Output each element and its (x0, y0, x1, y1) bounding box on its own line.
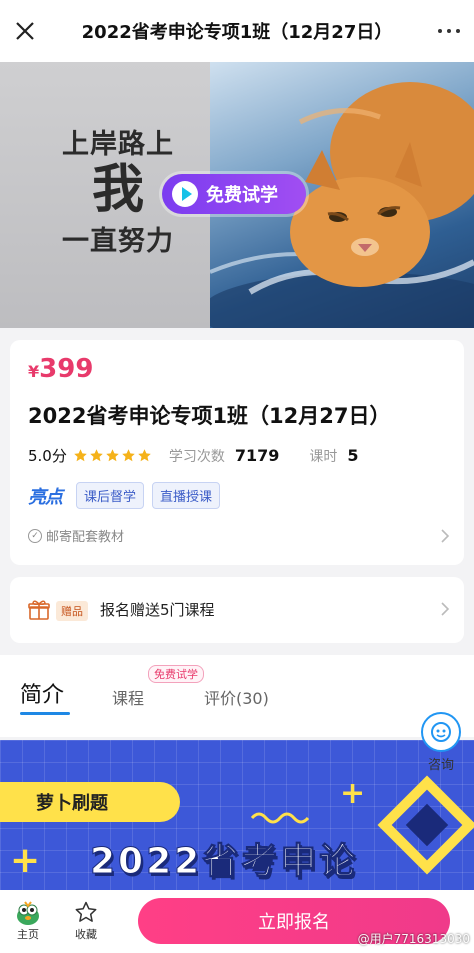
gift-icon (28, 600, 50, 620)
gift-card[interactable]: 赠品 报名赠送5门课程 (10, 577, 464, 643)
star-icon (122, 449, 135, 462)
lessons-label: 课时 (309, 448, 338, 465)
course-title: 2022省考申论专项1班（12月27日） (28, 404, 391, 428)
tag-live-class: 直播授课 (152, 482, 221, 509)
tab-review-label: 评价(30) (204, 689, 269, 708)
slogan-line-1: 上岸路上 (62, 129, 174, 160)
detail-tabs: 简介 课程 免费试学 评价(30) (0, 655, 474, 737)
banner-slogan: 上岸路上 我 一直努力 (58, 122, 178, 258)
tab-intro-label: 简介 (20, 683, 65, 708)
promo-title: 2022省考申论 (89, 841, 359, 883)
mail-materials-row[interactable]: ✓ 邮寄配套教材 (28, 526, 124, 545)
free-trial-badge: 免费试学 (148, 665, 204, 683)
rating-stars (73, 448, 153, 463)
weibo-watermark: @用户7716313030 (357, 932, 470, 946)
currency-symbol: ¥ (28, 362, 40, 381)
price-value: 399 (39, 354, 94, 384)
rating-score: 5.0分 (28, 447, 67, 465)
star-outline-icon (66, 898, 106, 926)
chevron-right-icon[interactable] (440, 528, 450, 544)
chevron-right-icon[interactable] (440, 601, 450, 617)
tab-review[interactable]: 评价(30) (204, 685, 269, 709)
promo-pill: 萝卜刷题 (0, 782, 180, 822)
gift-badge: 赠品 (56, 601, 88, 621)
page-title: 2022省考申论专项1班（12月27日） (81, 22, 393, 43)
star-icon (90, 449, 103, 462)
course-banner: 上岸路上 我 一直努力 免费试学 (0, 62, 474, 328)
consult-button[interactable]: 咨询 (416, 712, 466, 773)
intro-promo-image: 萝卜刷题 + + 2022省考申论 (0, 740, 474, 890)
slogan-line-2: 我 (91, 160, 144, 220)
tag-supervision: 课后督学 (76, 482, 145, 509)
course-price: ¥399 (28, 354, 93, 384)
nav-favorite-label: 收藏 (75, 928, 97, 941)
wave-decoration (250, 812, 310, 824)
customer-service-icon (421, 712, 461, 752)
free-trial-button[interactable]: 免费试学 (162, 174, 306, 214)
study-count-label: 学习次数 (168, 448, 225, 465)
check-circle-icon: ✓ (28, 528, 42, 543)
plus-decoration: + (10, 840, 41, 881)
tab-intro[interactable]: 简介 (20, 677, 70, 715)
consult-label: 咨询 (427, 758, 454, 773)
star-icon (106, 449, 119, 462)
tab-course-label: 课程 (112, 689, 145, 708)
top-bar: 2022省考申论专项1班（12月27日） (0, 0, 474, 62)
mail-materials-text: 邮寄配套教材 (46, 530, 125, 545)
nav-home[interactable]: 主页 (8, 898, 48, 942)
bottom-action-bar: 主页 收藏 立即报名 @用户7716313030 (0, 890, 474, 953)
star-icon (138, 449, 151, 462)
diamond-decoration (377, 775, 474, 875)
nav-home-label: 主页 (17, 928, 39, 941)
tab-course[interactable]: 课程 免费试学 (112, 665, 204, 709)
course-info-card: ¥399 2022省考申论专项1班（12月27日） 5.0分 学习次数 7179… (10, 340, 464, 565)
feature-tags: 亮点 课后督学 直播授课 (28, 482, 228, 509)
slogan-line-3: 一直努力 (62, 226, 174, 257)
course-stats: 5.0分 学习次数 7179 课时 5 (28, 445, 389, 466)
close-icon[interactable] (12, 18, 38, 44)
lessons-value: 5 (347, 446, 359, 465)
star-icon (74, 449, 87, 462)
highlight-badge: 亮点 (28, 486, 63, 508)
home-mascot-icon (8, 898, 48, 926)
nav-favorite[interactable]: 收藏 (66, 898, 106, 942)
play-icon (172, 181, 198, 207)
free-trial-label: 免费试学 (206, 185, 278, 206)
study-count-value: 7179 (234, 446, 280, 465)
more-dots-icon[interactable] (438, 24, 460, 38)
gift-text: 报名赠送5门课程 (100, 601, 215, 619)
plus-decoration: + (340, 776, 366, 811)
active-tab-indicator (20, 712, 70, 715)
